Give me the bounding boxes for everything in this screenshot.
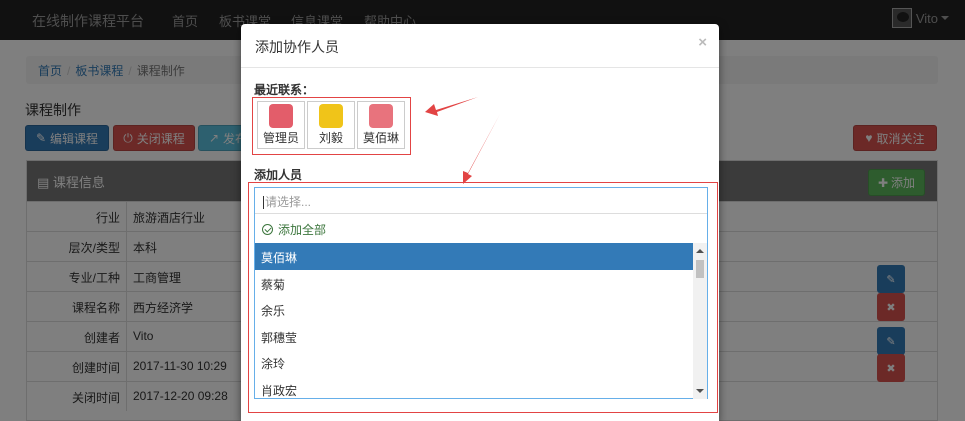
annotation-arrow — [425, 97, 478, 116]
annotation-arrows — [425, 97, 500, 184]
annotation-arrow — [463, 114, 500, 184]
